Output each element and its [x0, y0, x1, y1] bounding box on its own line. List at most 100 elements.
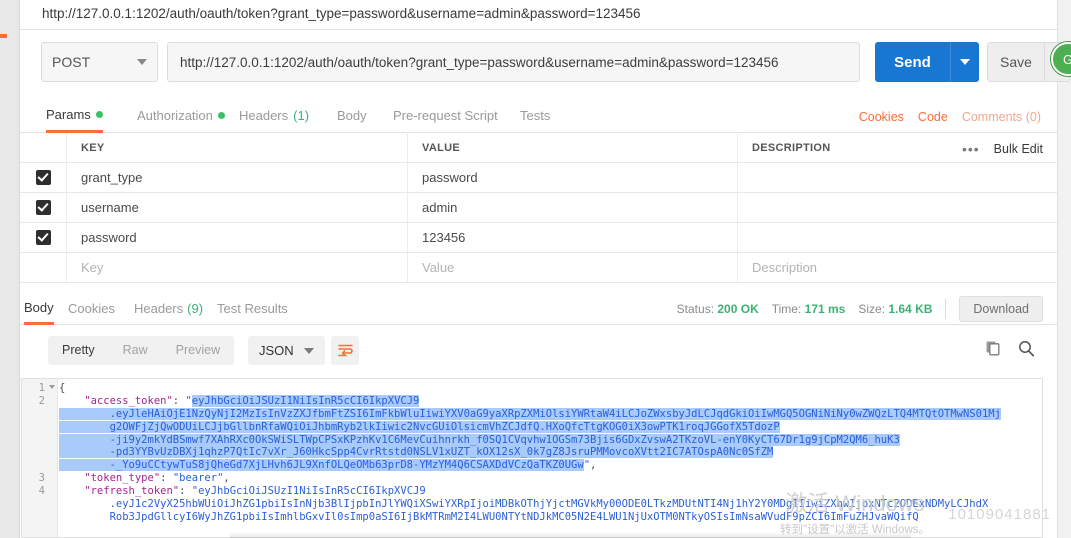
format-mode-preview[interactable]: Preview — [162, 336, 234, 365]
code-line: "token_type": "bearer", — [59, 472, 1042, 485]
response-tab-test-results[interactable]: Test Results — [217, 292, 288, 325]
response-tab-cookies[interactable]: Cookies — [68, 292, 115, 325]
more-options-icon[interactable]: ••• — [962, 141, 980, 157]
row-value-text: 123456 — [422, 230, 466, 245]
code-token: , — [590, 459, 597, 472]
row-value-cell[interactable]: admin — [408, 193, 738, 222]
row-checkbox-cell[interactable] — [20, 163, 67, 192]
response-tab-cookies-label: Cookies — [68, 301, 115, 316]
word-wrap-icon — [337, 344, 353, 357]
comments-link[interactable]: Comments (0) — [962, 110, 1041, 124]
row-key-placeholder: Key — [81, 260, 104, 275]
send-button[interactable]: Send — [875, 42, 950, 82]
row-key-cell[interactable]: grant_type — [67, 163, 408, 192]
checkbox-checked-icon[interactable] — [35, 170, 51, 185]
row-description-cell[interactable] — [738, 193, 1057, 222]
row-key-cell[interactable]: username — [67, 193, 408, 222]
line-number — [22, 498, 57, 511]
row-value-cell[interactable]: password — [408, 163, 738, 192]
chevron-down-icon — [960, 59, 970, 65]
row-checkbox-cell[interactable] — [20, 253, 67, 282]
header-key-label: KEY — [81, 142, 105, 154]
request-tabs: Params Authorization Headers (1) Body Pr… — [20, 100, 1057, 133]
row-checkbox-cell[interactable] — [20, 193, 67, 222]
code-token: .eyJleHAiOjE1NzQyNjI2MzIsInVzZXJfbmFtZSI… — [59, 407, 1001, 420]
row-key-text: username — [81, 200, 139, 215]
code-token: " — [185, 394, 192, 407]
table-row[interactable]: password 123456 — [20, 223, 1057, 253]
tab-authorization[interactable]: Authorization — [137, 100, 225, 133]
search-button[interactable] — [1018, 340, 1035, 360]
send-options-button[interactable] — [950, 42, 979, 82]
row-value-cell[interactable]: 123456 — [408, 223, 738, 252]
row-description-cell[interactable]: Description — [738, 253, 1057, 282]
code-token: -pd3YYBvUzDBXj1qhzP7QtIc7vXr_J60HkcSpp4C… — [59, 446, 774, 459]
tab-tests-label: Tests — [520, 108, 551, 123]
row-checkbox-cell[interactable] — [20, 223, 67, 252]
save-button[interactable]: Save — [987, 42, 1044, 82]
response-tab-headers-count: (9) — [187, 301, 204, 316]
language-select[interactable]: JSON — [248, 336, 325, 365]
tab-body[interactable]: Body — [337, 100, 367, 133]
postman-window: http://127.0.0.1:1202/auth/oauth/token?g… — [0, 0, 1071, 538]
row-value-cell[interactable]: Value — [408, 253, 738, 282]
word-wrap-button[interactable] — [331, 336, 359, 365]
tab-headers[interactable]: Headers (1) — [239, 100, 309, 133]
response-tab-headers[interactable]: Headers (9) — [134, 292, 203, 325]
cookies-link[interactable]: Cookies — [859, 110, 904, 124]
checkbox-checked-icon[interactable] — [35, 200, 51, 215]
line-number — [22, 511, 57, 524]
fold-toggle-icon[interactable] — [49, 385, 55, 389]
row-description-cell[interactable] — [738, 223, 1057, 252]
row-description-cell[interactable] — [738, 163, 1057, 192]
checkbox-checked-icon[interactable] — [35, 230, 51, 245]
tab-pre-request-script[interactable]: Pre-request Script — [393, 100, 498, 133]
tab-params[interactable]: Params — [46, 100, 103, 133]
row-description-placeholder: Description — [752, 260, 818, 275]
response-tab-test-results-label: Test Results — [217, 301, 288, 316]
code-token: -_Yo9uCCtywTuS8jQheGd7XjLHvh6JL9XnfOLQeO… — [59, 459, 584, 472]
code-line: -pd3YYBvUzDBXj1qhzP7QtIc7vXr_J60HkcSpp4C… — [59, 446, 1042, 459]
response-body-code[interactable]: 12 34 { "access_token": "eyJhbGciOiJSUzI1… — [21, 378, 1043, 538]
format-mode-raw[interactable]: Raw — [109, 336, 162, 365]
http-method-label: POST — [52, 54, 91, 70]
left-rail — [0, 0, 20, 538]
response-tab-headers-label: Headers — [134, 301, 184, 316]
header-description-label: DESCRIPTION — [752, 142, 831, 154]
code-token: eyJhbGciOiJSUzI1NiIsInR5cCI6IkpXVCJ9 — [191, 394, 420, 407]
code-line: .eyJ1c2VyX25hbWUiOiJhZG1pbiIsInNjb3BlIjp… — [59, 498, 1042, 511]
code-token: : — [160, 472, 173, 485]
http-method-select[interactable]: POST — [41, 42, 158, 82]
bulk-edit-button[interactable]: Bulk Edit — [994, 142, 1043, 156]
url-input[interactable]: http://127.0.0.1:1202/auth/oauth/token?g… — [167, 42, 860, 82]
copy-button[interactable] — [985, 340, 1001, 359]
response-tab-body[interactable]: Body — [24, 292, 54, 325]
table-row-placeholder[interactable]: Key Value Description — [20, 253, 1057, 283]
search-icon — [1019, 341, 1035, 357]
code-token: "access_token" — [59, 394, 173, 407]
size-label: Size: — [858, 301, 886, 316]
row-key-cell[interactable]: Key — [67, 253, 408, 282]
table-row[interactable]: username admin — [20, 193, 1057, 223]
code-link[interactable]: Code — [918, 110, 948, 124]
url-bar: POST http://127.0.0.1:1202/auth/oauth/to… — [20, 31, 1070, 93]
code-line: g2OWFjZjQwODUiLCJjbGllbnRfaWQiOiJhbmRyb2… — [59, 420, 1042, 434]
row-key-cell[interactable]: password — [67, 223, 408, 252]
download-button[interactable]: Download — [959, 295, 1043, 322]
request-tab-bar: http://127.0.0.1:1202/auth/oauth/token?g… — [20, 0, 1057, 30]
request-tab-title[interactable]: http://127.0.0.1:1202/auth/oauth/token?g… — [42, 6, 641, 21]
header-value-label: VALUE — [422, 142, 460, 154]
tab-tests[interactable]: Tests — [520, 100, 550, 133]
tab-body-label: Body — [337, 108, 367, 123]
table-row[interactable]: grant_type password — [20, 163, 1057, 193]
code-content[interactable]: { "access_token": "eyJhbGciOiJSUzI1NiIsI… — [59, 379, 1042, 537]
code-line: .eyJleHAiOjE1NzQyNjI2MzIsInVzZXJfbmFtZSI… — [59, 407, 1042, 421]
size-value: 1.64 KB — [888, 301, 933, 316]
status-label: Status: — [676, 301, 715, 316]
request-links: Cookies Code Comments (0) — [859, 100, 1041, 133]
line-number — [22, 421, 57, 434]
code-token: { — [59, 382, 66, 394]
format-mode-pretty[interactable]: Pretty — [48, 336, 109, 365]
copy-icon — [986, 341, 1000, 356]
code-token: -ji9y2mkYdBSmwf7XAhRXc0OkSWiSLTWpCPSxKPz… — [59, 433, 900, 446]
